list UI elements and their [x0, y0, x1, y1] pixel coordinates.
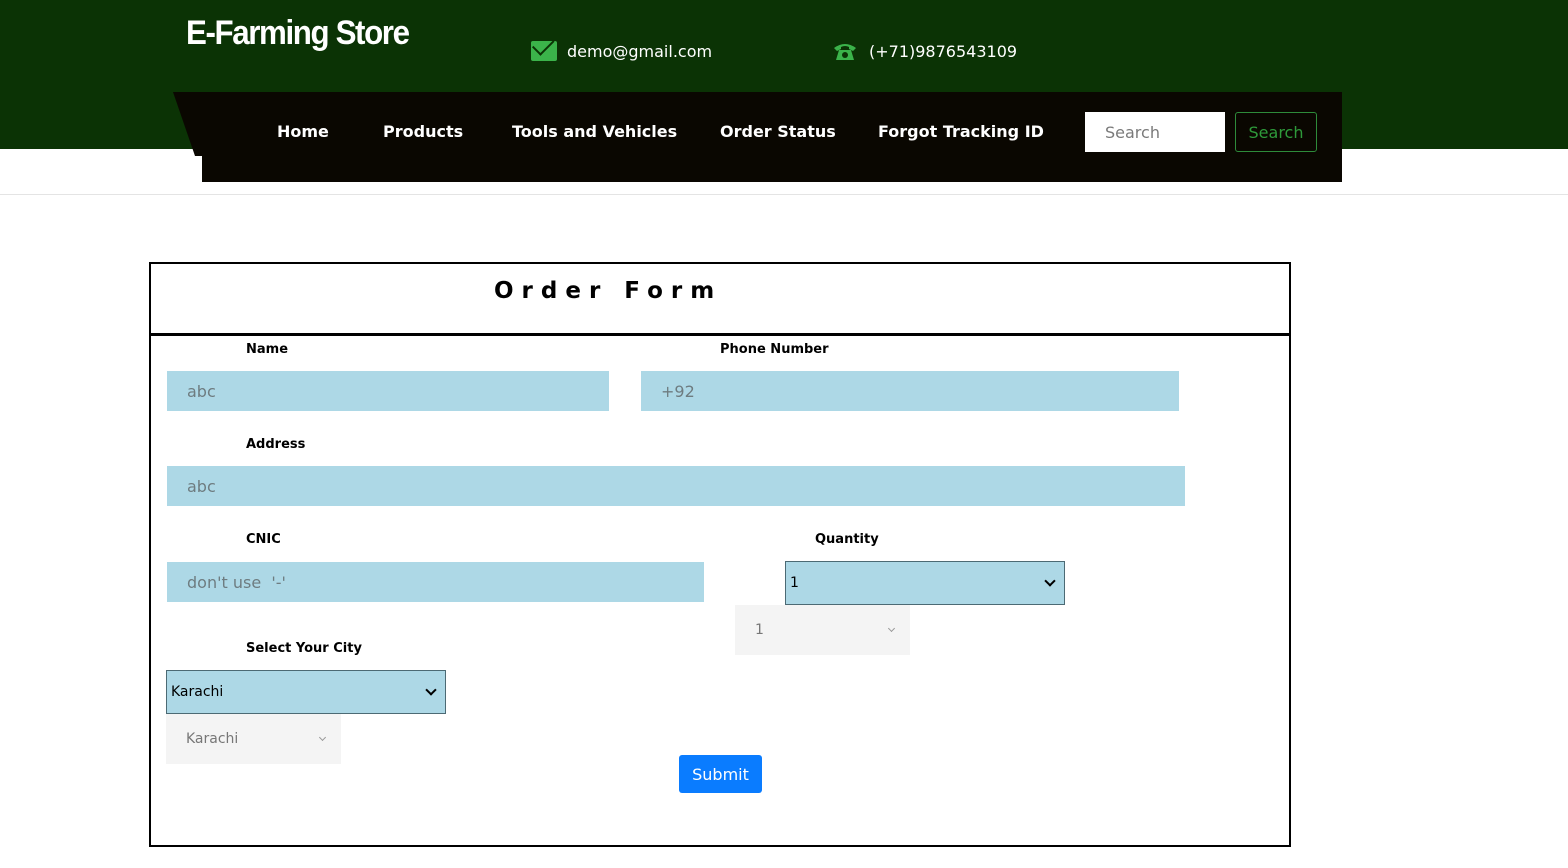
email-text: demo@gmail.com — [567, 41, 713, 61]
submit-button[interactable]: Submit — [679, 755, 762, 793]
quantity-select[interactable]: 1 — [785, 561, 1065, 605]
quantity-selected-value: 1 — [790, 575, 799, 591]
contact-phone[interactable]: (+71)9876543109 — [833, 41, 1017, 61]
city-selected-value: Karachi — [171, 684, 224, 700]
chevron-down-icon — [887, 624, 896, 633]
phone-text: (+71)9876543109 — [869, 41, 1018, 61]
telephone-icon — [833, 41, 859, 61]
city-nice-value: Karachi — [186, 731, 239, 747]
nav-products[interactable]: Products — [383, 122, 463, 141]
search-input[interactable] — [1085, 112, 1225, 152]
nav-tools-and-vehicles[interactable]: Tools and Vehicles — [512, 122, 677, 141]
nav-home[interactable]: Home — [277, 122, 329, 141]
order-form: Order Form Name Phone Number Address CNI… — [149, 262, 1291, 847]
city-nice-select[interactable]: Karachi — [166, 714, 341, 764]
main-nav: Home Products Tools and Vehicles Order S… — [173, 92, 1342, 182]
brand-logo[interactable]: E-Farming Store — [186, 14, 410, 53]
quantity-nice-select[interactable]: 1 — [735, 605, 910, 655]
chevron-down-icon — [425, 684, 437, 696]
contact-email[interactable]: demo@gmail.com — [531, 41, 712, 61]
chevron-down-icon — [1044, 575, 1056, 587]
city-label: Select Your City — [246, 641, 362, 656]
phone-field[interactable] — [641, 371, 1179, 411]
nav-forgot-tracking-id[interactable]: Forgot Tracking ID — [878, 122, 1044, 141]
name-label: Name — [246, 342, 289, 357]
city-select[interactable]: Karachi — [166, 670, 446, 714]
search-button[interactable]: Search — [1235, 112, 1317, 152]
address-label: Address — [246, 437, 306, 452]
name-field[interactable] — [167, 371, 609, 411]
address-field[interactable] — [167, 466, 1185, 506]
phone-label: Phone Number — [720, 342, 829, 357]
cnic-label: CNIC — [246, 532, 281, 547]
quantity-label: Quantity — [815, 532, 879, 547]
quantity-nice-value: 1 — [755, 622, 764, 638]
chevron-down-icon — [318, 733, 327, 742]
envelope-icon — [531, 41, 557, 61]
header-divider — [0, 194, 1568, 195]
title-divider — [151, 333, 1289, 336]
nav-order-status[interactable]: Order Status — [720, 122, 836, 141]
form-title: Order Form — [494, 278, 723, 304]
cnic-field[interactable] — [167, 562, 704, 602]
